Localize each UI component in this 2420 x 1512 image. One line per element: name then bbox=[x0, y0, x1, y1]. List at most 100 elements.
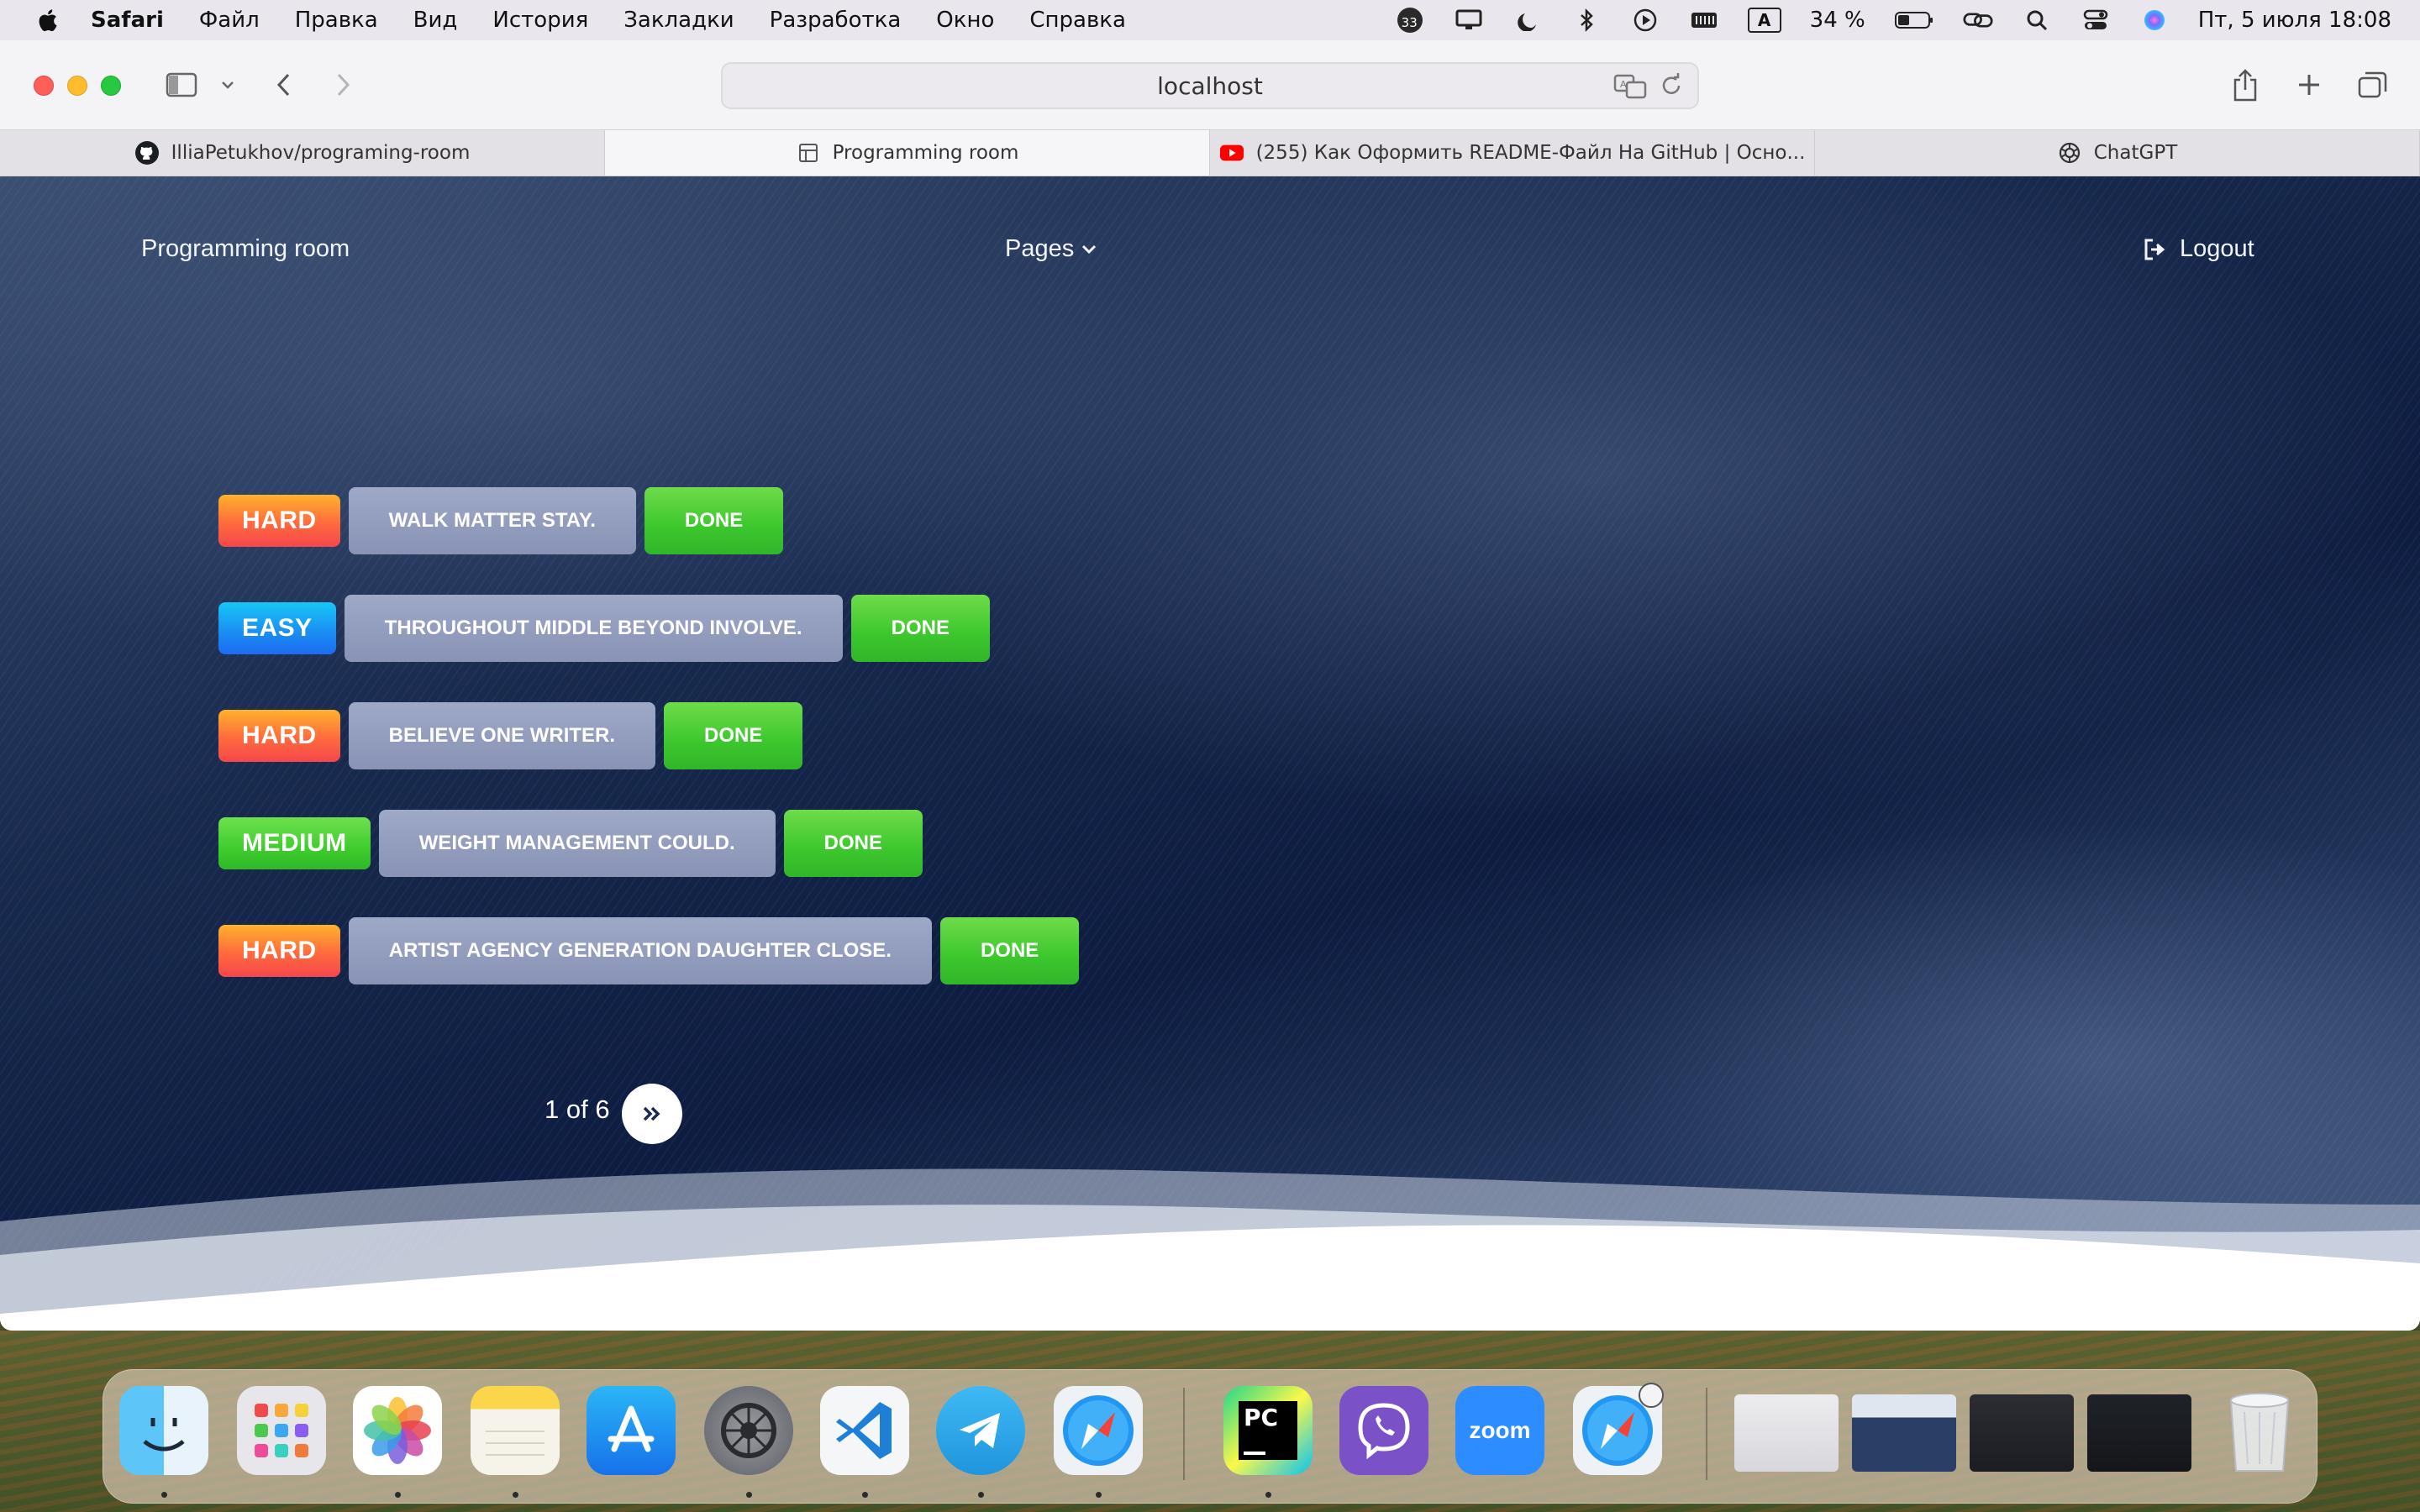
running-indicator bbox=[746, 1492, 752, 1498]
task-text: WEIGHT MANAGEMENT COULD. bbox=[378, 810, 776, 877]
control-center-icon[interactable] bbox=[2081, 8, 2111, 32]
notes-icon[interactable] bbox=[471, 1386, 560, 1475]
tab-title: (255) Как Оформить README-Файл На GitHub… bbox=[1255, 142, 1806, 164]
task-row: HARD WALK MATTER STAY. DONE bbox=[218, 487, 784, 554]
task-row: HARD BELIEVE ONE WRITER. DONE bbox=[218, 702, 803, 769]
running-indicator bbox=[161, 1492, 167, 1498]
done-button[interactable]: DONE bbox=[939, 917, 1080, 984]
siri-icon[interactable] bbox=[2139, 8, 2170, 32]
display-icon[interactable] bbox=[1454, 8, 1484, 32]
bluetooth-icon[interactable] bbox=[1571, 8, 1602, 32]
logout-label: Logout bbox=[2180, 235, 2254, 262]
tab-bar: IlliaPetukhov/programing-room Programmin… bbox=[0, 129, 2420, 176]
menu-history[interactable]: История bbox=[492, 8, 588, 33]
site-navbar: Programming room Pages Logout bbox=[0, 176, 2420, 263]
tab-overview-icon[interactable] bbox=[2356, 66, 2390, 104]
forward-icon[interactable] bbox=[333, 66, 355, 104]
battery-icon[interactable] bbox=[1894, 8, 1934, 32]
memory-icon[interactable] bbox=[1689, 8, 1719, 32]
sidebar-toggle-icon[interactable] bbox=[163, 66, 200, 104]
running-indicator bbox=[1265, 1492, 1271, 1498]
pages-dropdown[interactable]: Pages bbox=[1005, 235, 1097, 263]
chatgpt-icon bbox=[2057, 140, 2082, 165]
difficulty-badge: HARD bbox=[218, 710, 340, 762]
address-bar[interactable]: localhost A bbox=[721, 62, 1699, 109]
tab-github[interactable]: IlliaPetukhov/programing-room bbox=[0, 130, 605, 176]
difficulty-badge: EASY bbox=[218, 602, 336, 654]
window-thumbnail-vscode[interactable] bbox=[2087, 1394, 2191, 1472]
new-tab-icon[interactable] bbox=[2294, 66, 2324, 104]
spotlight-search-icon[interactable] bbox=[2022, 8, 2052, 32]
youtube-icon bbox=[1219, 140, 1244, 165]
battery-percent: 34 % bbox=[1809, 8, 1865, 33]
task-text: BELIEVE ONE WRITER. bbox=[348, 702, 656, 769]
address-text[interactable]: localhost bbox=[1157, 72, 1263, 100]
menu-bookmarks[interactable]: Закладки bbox=[623, 8, 734, 33]
done-button[interactable]: DONE bbox=[664, 702, 803, 769]
window-thumbnail-settings[interactable] bbox=[1734, 1394, 1839, 1472]
pagination: 1 of 6 bbox=[544, 1075, 682, 1144]
logout-link[interactable]: Logout bbox=[2143, 235, 2254, 263]
logout-icon bbox=[2144, 239, 2165, 260]
link-icon[interactable] bbox=[1963, 8, 1993, 32]
next-page-button[interactable] bbox=[621, 1084, 682, 1144]
tab-youtube[interactable]: (255) Как Оформить README-Файл На GitHub… bbox=[1210, 130, 1815, 176]
pycharm-icon[interactable]: PC bbox=[1223, 1386, 1313, 1475]
close-window-button[interactable] bbox=[34, 76, 54, 96]
menu-file[interactable]: Файл bbox=[199, 8, 260, 33]
done-button[interactable]: DONE bbox=[644, 487, 784, 554]
menu-help[interactable]: Справка bbox=[1029, 8, 1126, 33]
translate-icon[interactable]: A bbox=[1613, 72, 1647, 101]
photos-icon[interactable] bbox=[353, 1386, 442, 1475]
task-row: MEDIUM WEIGHT MANAGEMENT COULD. DONE bbox=[218, 810, 923, 877]
chevron-down-icon[interactable] bbox=[218, 66, 237, 104]
running-indicator bbox=[395, 1492, 401, 1498]
download-badge-icon bbox=[1639, 1383, 1664, 1408]
back-icon[interactable] bbox=[272, 66, 294, 104]
browser-toolbar: localhost A bbox=[0, 40, 2420, 129]
apple-icon[interactable] bbox=[35, 8, 59, 33]
tab-title: IlliaPetukhov/programing-room bbox=[171, 142, 471, 164]
focus-moon-icon[interactable] bbox=[1512, 8, 1543, 32]
vscode-icon[interactable] bbox=[820, 1386, 909, 1475]
menu-edit[interactable]: Правка bbox=[295, 8, 378, 33]
system-settings-icon[interactable] bbox=[704, 1386, 793, 1475]
launchpad-icon[interactable] bbox=[237, 1386, 326, 1475]
window-thumbnail-browser[interactable] bbox=[1852, 1394, 1956, 1472]
finder-icon[interactable] bbox=[119, 1386, 208, 1475]
difficulty-badge: HARD bbox=[218, 495, 340, 547]
fullscreen-window-button[interactable] bbox=[101, 76, 121, 96]
menu-window[interactable]: Окно bbox=[936, 8, 994, 33]
app-store-icon[interactable] bbox=[587, 1386, 676, 1475]
input-source-label: A bbox=[1757, 10, 1771, 30]
window-thumbnail-pycharm[interactable] bbox=[1970, 1394, 2074, 1472]
minimize-window-button[interactable] bbox=[67, 76, 87, 96]
tab-programming-room[interactable]: Programming room bbox=[605, 130, 1210, 176]
tab-chatgpt[interactable]: ChatGPT bbox=[1815, 130, 2420, 176]
difficulty-badge: HARD bbox=[218, 925, 340, 977]
task-row: EASY THROUGHOUT MIDDLE BEYOND INVOLVE. D… bbox=[218, 595, 990, 662]
brand-link[interactable]: Programming room bbox=[141, 235, 350, 263]
trash-icon[interactable] bbox=[2215, 1386, 2304, 1475]
menu-develop[interactable]: Разработка bbox=[770, 8, 902, 33]
done-button[interactable]: DONE bbox=[783, 810, 923, 877]
running-indicator bbox=[513, 1492, 518, 1498]
viber-icon[interactable] bbox=[1339, 1386, 1428, 1475]
menu-view[interactable]: Вид bbox=[413, 8, 458, 33]
safari-dock-icon[interactable] bbox=[1054, 1386, 1143, 1475]
share-icon[interactable] bbox=[2230, 66, 2260, 104]
clock[interactable]: Пт, 5 июля 18:08 bbox=[2198, 8, 2391, 33]
now-playing-icon[interactable] bbox=[1630, 8, 1660, 32]
input-source-icon[interactable]: A bbox=[1747, 8, 1781, 33]
reload-icon[interactable] bbox=[1659, 72, 1684, 99]
notification-badge-icon[interactable]: 33 bbox=[1395, 8, 1425, 33]
zoom-icon[interactable]: zoom bbox=[1455, 1386, 1544, 1475]
svg-text:A: A bbox=[1620, 79, 1627, 90]
telegram-icon[interactable] bbox=[936, 1386, 1025, 1475]
done-button[interactable]: DONE bbox=[850, 595, 990, 662]
task-text: WALK MATTER STAY. bbox=[348, 487, 636, 554]
tab-title: ChatGPT bbox=[2093, 142, 2178, 164]
menu-app-name[interactable]: Safari bbox=[91, 8, 164, 33]
task-text: THROUGHOUT MIDDLE BEYOND INVOLVE. bbox=[344, 595, 843, 662]
difficulty-badge: MEDIUM bbox=[218, 817, 371, 869]
